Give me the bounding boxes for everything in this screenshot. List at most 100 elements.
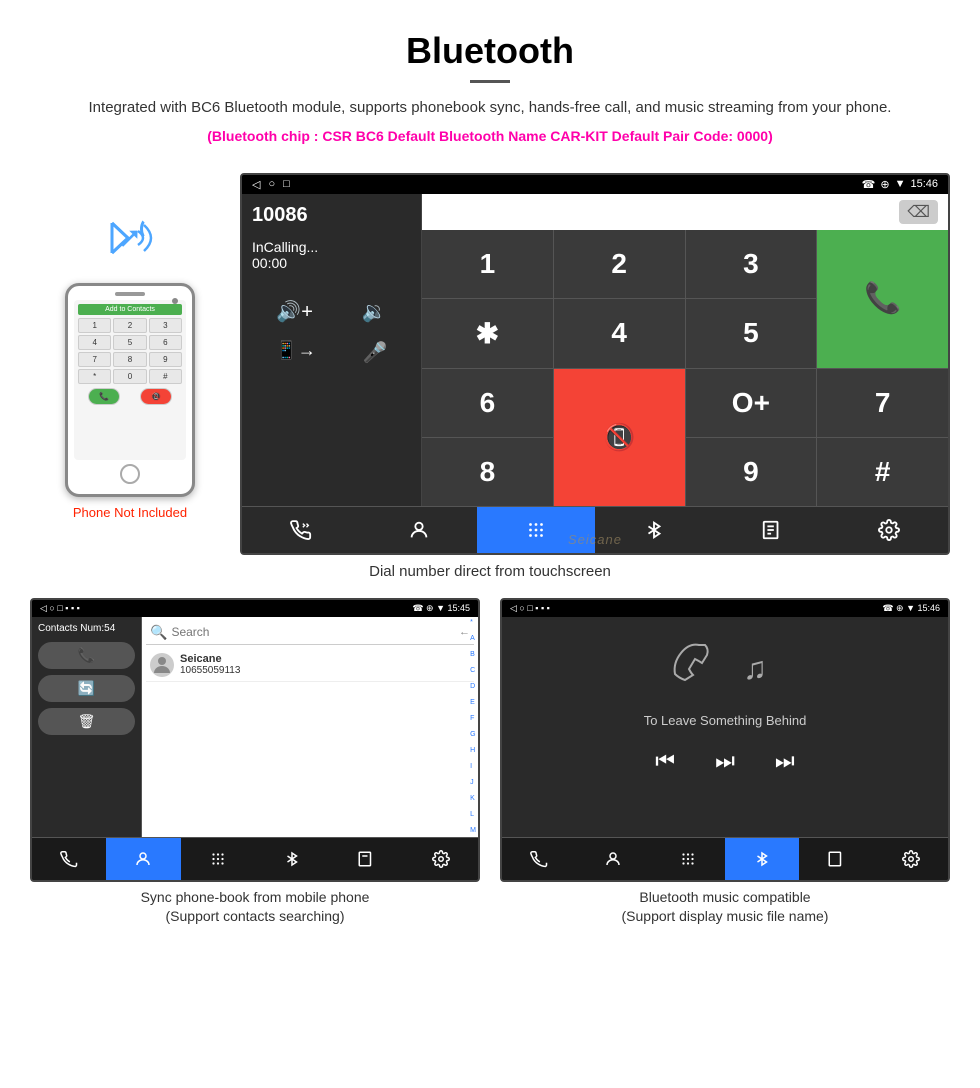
phone-key-1: 1	[78, 318, 111, 333]
pb-nav-settings[interactable]	[404, 838, 478, 880]
home-icon: ○	[268, 178, 275, 190]
call-button[interactable]: 📞	[817, 230, 948, 368]
alpha-M[interactable]: M	[470, 827, 476, 834]
bluetooth-icon: ⭧	[120, 223, 140, 257]
key-0plus[interactable]: O+	[686, 369, 817, 437]
music-status-right: ☎ ⊕ ▼ 15:46	[882, 603, 940, 614]
alpha-J[interactable]: J	[470, 779, 476, 786]
phone-key-2: 2	[113, 318, 146, 333]
phone-key-7: 7	[78, 352, 111, 367]
contact-info: Seicane 10655059113	[180, 653, 240, 676]
alpha-K[interactable]: K	[470, 795, 476, 802]
phone-dialpad: 1 2 3 4 5 6 7 8 9 * 0 #	[78, 318, 182, 384]
music-status-bar: ◁ ○ □ ▪ ▪ ▪ ☎ ⊕ ▼ 15:46	[502, 600, 948, 617]
key-hash[interactable]: #	[817, 438, 948, 506]
status-bar-right: ☎ ⊕ ▼ 15:46	[862, 178, 938, 191]
prev-track-button[interactable]: ⏮	[655, 748, 675, 774]
pb-bottom-nav	[32, 837, 478, 880]
nav-bluetooth[interactable]	[595, 507, 713, 553]
phone-status-icon: ☎	[862, 178, 876, 191]
music-nav-calls[interactable]	[502, 838, 576, 880]
pb-nav-calls[interactable]	[32, 838, 106, 880]
key-8[interactable]: 8	[422, 438, 553, 506]
backspace-button[interactable]: ⌫	[899, 200, 938, 224]
music-track-title: To Leave Something Behind	[644, 713, 807, 728]
key-2[interactable]: 2	[554, 230, 685, 298]
vol-down-icon[interactable]: 🔉	[362, 299, 387, 324]
pb-sync-btn[interactable]: 🔄	[38, 675, 135, 702]
music-controls: ⏮ ⏭ ⏭	[655, 748, 794, 774]
main-caption: Dial number direct from touchscreen	[0, 555, 980, 588]
key-1[interactable]: 1	[422, 230, 553, 298]
alpha-star[interactable]: *	[470, 619, 476, 626]
recents-icon: □	[283, 178, 290, 190]
pb-delete-btn[interactable]: 🗑	[38, 708, 135, 735]
next-track-button[interactable]: ⏭	[775, 748, 795, 774]
alpha-A[interactable]: A	[470, 635, 476, 642]
pb-right-panel: 🔍 ← Seicane 10655059113	[142, 617, 478, 837]
next-section-button[interactable]: ⏭	[715, 748, 735, 774]
music-nav-phonebook[interactable]	[799, 838, 873, 880]
nav-settings[interactable]	[830, 507, 948, 553]
key-7[interactable]: 7	[817, 369, 948, 437]
alpha-F[interactable]: F	[470, 715, 476, 722]
alpha-G[interactable]: G	[470, 731, 476, 738]
phone-transfer-icon[interactable]: 📱→	[275, 340, 315, 365]
nav-dialpad[interactable]	[477, 507, 595, 553]
pb-nav-phonebook[interactable]	[329, 838, 403, 880]
car-screen-wrapper: ◁ ○ □ ☎ ⊕ ▼ 15:46 10086	[240, 173, 950, 555]
car-bottom-nav	[242, 506, 948, 553]
music-caption-line1: Bluetooth music compatible	[500, 888, 950, 908]
phonebook-block: ◁ ○ □ ▪ ▪ ▪ ☎ ⊕ ▼ 15:45 Contacts Num:54 …	[30, 598, 480, 927]
main-area: ⭧ Add to Contacts	[0, 163, 980, 555]
vol-up-icon[interactable]: 🔊+	[276, 299, 313, 324]
nav-phone-book[interactable]	[713, 507, 831, 553]
bt-waves-icon	[140, 218, 154, 242]
key-star[interactable]: ✱	[422, 299, 553, 368]
alpha-E[interactable]: E	[470, 699, 476, 706]
alpha-bar: * A B C D E F G H I J K L M	[468, 617, 478, 837]
phone-key-4: 4	[78, 335, 111, 350]
music-nav-bluetooth[interactable]	[725, 838, 799, 880]
phone-call-btn[interactable]: 📞	[88, 388, 120, 405]
key-9[interactable]: 9	[686, 438, 817, 506]
music-nav-contacts[interactable]	[576, 838, 650, 880]
status-bar-left: ◁ ○ □	[252, 178, 290, 191]
alpha-C[interactable]: C	[470, 667, 476, 674]
clock: 15:46	[910, 178, 938, 190]
phone-screen: Add to Contacts 1 2 3 4 5 6 7 8 9 * 0 #	[74, 300, 186, 460]
pb-call-btn[interactable]: 📞	[38, 642, 135, 669]
phonebook-caption-line1: Sync phone-book from mobile phone	[30, 888, 480, 908]
mic-icon[interactable]: 🎤	[363, 340, 388, 365]
alpha-B[interactable]: B	[470, 651, 476, 658]
pb-nav-dialpad[interactable]	[181, 838, 255, 880]
alpha-I[interactable]: I	[470, 763, 476, 770]
end-call-button[interactable]: 📵	[554, 369, 685, 506]
key-6[interactable]: 6	[422, 369, 553, 437]
pb-nav-bluetooth[interactable]	[255, 838, 329, 880]
music-nav-settings[interactable]	[874, 838, 948, 880]
key-5[interactable]: 5	[686, 299, 817, 368]
alpha-H[interactable]: H	[470, 747, 476, 754]
music-body: ♫ To Leave Something Behind ⏮ ⏭ ⏭	[502, 617, 948, 837]
key-3[interactable]: 3	[686, 230, 817, 298]
phone-home-button[interactable]	[120, 464, 140, 484]
phone-end-btn[interactable]: 📵	[140, 388, 172, 405]
pb-nav-contacts[interactable]	[106, 838, 180, 880]
music-nav-dialpad[interactable]	[651, 838, 725, 880]
alpha-D[interactable]: D	[470, 683, 476, 690]
page-title: Bluetooth	[40, 30, 940, 72]
back-icon: ◁	[252, 178, 260, 191]
phone-key-6: 6	[149, 335, 182, 350]
key-4[interactable]: 4	[554, 299, 685, 368]
music-block: ◁ ○ □ ▪ ▪ ▪ ☎ ⊕ ▼ 15:46 ♫ To Leave Somet…	[500, 598, 950, 927]
nav-contacts[interactable]	[360, 507, 478, 553]
bluetooth-icon-area: ⭧	[90, 213, 170, 273]
pb-search-bar: 🔍 ←	[146, 621, 474, 645]
pb-left-panel: Contacts Num:54 📞 🔄 🗑	[32, 617, 142, 837]
car-screen: ◁ ○ □ ☎ ⊕ ▼ 15:46 10086	[240, 173, 950, 555]
phonebook-screen: ◁ ○ □ ▪ ▪ ▪ ☎ ⊕ ▼ 15:45 Contacts Num:54 …	[30, 598, 480, 882]
alpha-L[interactable]: L	[470, 811, 476, 818]
nav-calls[interactable]	[242, 507, 360, 553]
pb-search-input[interactable]	[171, 625, 459, 639]
